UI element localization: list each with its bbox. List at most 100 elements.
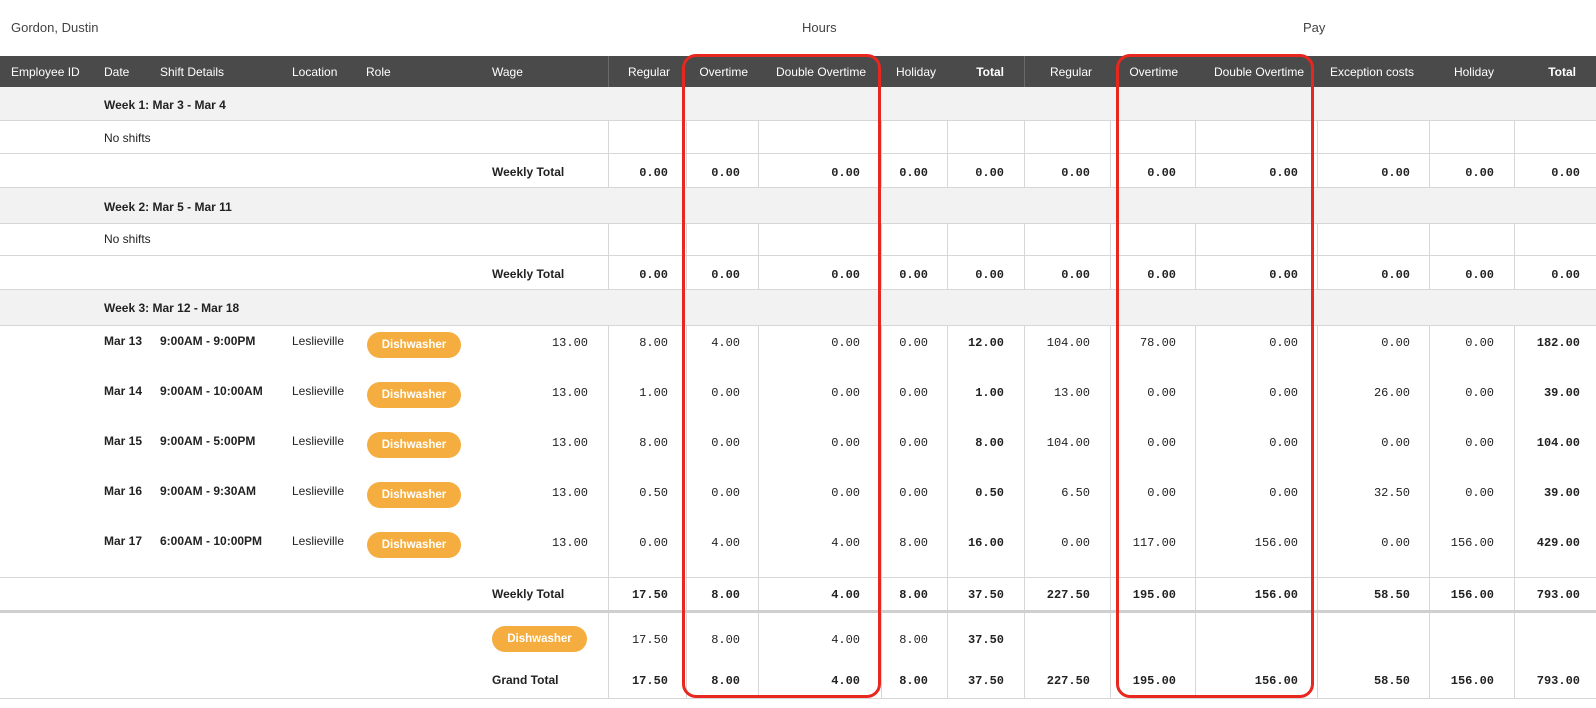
value-p-regular: 104.00 (1046, 436, 1090, 450)
shift-location: Leslieville (292, 434, 345, 448)
shift-date: Mar 17 (104, 534, 143, 548)
value-h-total: 0.00 (975, 166, 1004, 180)
col-hours-double-overtime[interactable]: Double Overtime (760, 65, 866, 79)
value-p-total: 793.00 (1536, 588, 1580, 602)
value-h-holiday: 0.00 (899, 486, 928, 500)
value-p-overtime: 0.00 (1147, 486, 1176, 500)
row-divider (0, 153, 1596, 154)
value-p-total: 39.00 (1543, 386, 1580, 400)
col-hours-total[interactable]: Total (950, 65, 1004, 79)
col-hours-regular[interactable]: Regular (608, 65, 670, 79)
col-pay-holiday[interactable]: Holiday (1428, 65, 1494, 79)
value-h-regular: 0.00 (639, 268, 668, 282)
column-divider (1195, 87, 1196, 699)
value-h-regular: 0.50 (639, 486, 668, 500)
value-p-exception-costs: 0.00 (1381, 336, 1410, 350)
value-h-overtime: 8.00 (711, 674, 740, 688)
shift-location: Leslieville (292, 534, 345, 548)
value-p-overtime: 0.00 (1147, 166, 1176, 180)
role-pill[interactable]: Dishwasher (367, 382, 461, 408)
role-pill[interactable]: Dishwasher (367, 332, 461, 358)
week-title: Week 2: Mar 5 - Mar 11 (104, 200, 232, 214)
value-p-holiday: 0.00 (1465, 268, 1494, 282)
value-h-total: 16.00 (967, 536, 1004, 550)
value-p-double-overtime: 0.00 (1269, 436, 1298, 450)
value-p-holiday: 156.00 (1450, 536, 1494, 550)
value-p-holiday: 0.00 (1465, 486, 1494, 500)
value-p-exception-costs: 0.00 (1381, 166, 1410, 180)
col-hours-overtime[interactable]: Overtime (686, 65, 748, 79)
value-h-holiday: 0.00 (899, 436, 928, 450)
summary-value-h-holiday: 8.00 (899, 633, 928, 647)
value-h-regular: 8.00 (639, 436, 668, 450)
shift-wage: 13.00 (551, 386, 588, 400)
row-divider (0, 698, 1596, 699)
value-p-double-overtime: 156.00 (1254, 674, 1298, 688)
col-pay-regular[interactable]: Regular (1024, 65, 1092, 79)
value-p-regular: 227.50 (1046, 674, 1090, 688)
col-location[interactable]: Location (292, 65, 337, 79)
col-shift-details[interactable]: Shift Details (160, 65, 224, 79)
weekly-total-label: Weekly Total (492, 587, 565, 601)
col-date[interactable]: Date (104, 65, 129, 79)
value-p-overtime: 78.00 (1139, 336, 1176, 350)
col-pay-overtime[interactable]: Overtime (1110, 65, 1178, 79)
col-wage[interactable]: Wage (492, 65, 523, 79)
shift-wage: 13.00 (551, 486, 588, 500)
col-pay-exception-costs[interactable]: Exception costs (1318, 65, 1414, 79)
value-p-regular: 13.00 (1053, 386, 1090, 400)
value-h-overtime: 0.00 (711, 166, 740, 180)
value-h-holiday: 8.00 (899, 536, 928, 550)
role-pill[interactable]: Dishwasher (367, 482, 461, 508)
col-pay-total[interactable]: Total (1512, 65, 1576, 79)
row-divider (0, 577, 1596, 578)
value-h-overtime: 4.00 (711, 536, 740, 550)
value-h-regular: 17.50 (631, 588, 668, 602)
value-h-total: 0.50 (975, 486, 1004, 500)
shift-time: 6:00AM - 10:00PM (160, 534, 263, 548)
value-p-exception-costs: 58.50 (1373, 588, 1410, 602)
value-p-exception-costs: 32.50 (1373, 486, 1410, 500)
value-p-holiday: 0.00 (1465, 436, 1494, 450)
value-p-holiday: 156.00 (1450, 674, 1494, 688)
value-p-double-overtime: 0.00 (1269, 166, 1298, 180)
value-h-overtime: 8.00 (711, 588, 740, 602)
shift-location: Leslieville (292, 384, 345, 398)
value-p-regular: 6.50 (1061, 486, 1090, 500)
row-divider (0, 120, 1596, 121)
col-hours-holiday[interactable]: Holiday (880, 65, 936, 79)
role-pill[interactable]: Dishwasher (367, 432, 461, 458)
week-title: Week 1: Mar 3 - Mar 4 (104, 98, 226, 112)
shift-wage: 13.00 (551, 336, 588, 350)
col-role[interactable]: Role (366, 65, 391, 79)
value-p-overtime: 0.00 (1147, 386, 1176, 400)
value-h-holiday: 0.00 (899, 336, 928, 350)
summary-value-h-regular: 17.50 (631, 633, 668, 647)
summary-role-pill[interactable]: Dishwasher (492, 626, 587, 652)
row-divider (0, 223, 1596, 224)
value-p-total: 0.00 (1551, 166, 1580, 180)
value-h-overtime: 0.00 (711, 436, 740, 450)
no-shifts-text: No shifts (104, 131, 151, 145)
pay-group-label: Pay (1303, 20, 1326, 35)
col-employee-id[interactable]: Employee ID (11, 65, 80, 79)
value-p-total: 429.00 (1536, 536, 1580, 550)
role-pill[interactable]: Dishwasher (367, 532, 461, 558)
row-divider (0, 255, 1596, 256)
value-p-total: 182.00 (1536, 336, 1580, 350)
no-shifts-text: No shifts (104, 232, 151, 246)
shift-time: 9:00AM - 9:30AM (160, 484, 257, 498)
shift-location: Leslieville (292, 334, 345, 348)
value-p-holiday: 0.00 (1465, 386, 1494, 400)
value-h-total: 12.00 (967, 336, 1004, 350)
value-p-holiday: 156.00 (1450, 588, 1494, 602)
value-p-holiday: 0.00 (1465, 166, 1494, 180)
value-p-overtime: 117.00 (1132, 536, 1176, 550)
value-h-holiday: 8.00 (899, 588, 928, 602)
shift-location: Leslieville (292, 484, 345, 498)
col-pay-double-overtime[interactable]: Double Overtime (1196, 65, 1304, 79)
value-p-overtime: 195.00 (1132, 674, 1176, 688)
payroll-report: Gordon, Dustin Hours Pay Employee ID Dat… (0, 0, 1596, 708)
shift-date: Mar 16 (104, 484, 143, 498)
value-p-regular: 104.00 (1046, 336, 1090, 350)
